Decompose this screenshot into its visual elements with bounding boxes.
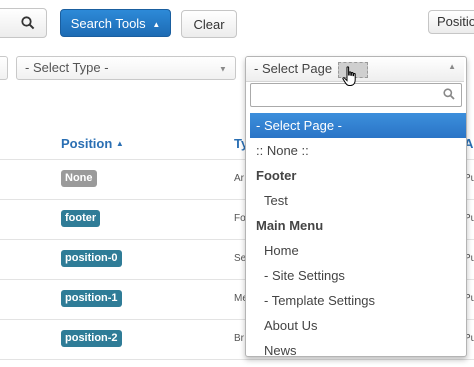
caret-up-icon: ▲ <box>152 20 161 29</box>
hand-cursor-icon <box>342 66 356 86</box>
filter-select-left[interactable] <box>0 56 8 80</box>
dropdown-group-main-menu: Main Menu <box>256 218 324 233</box>
dropdown-option-select-page[interactable]: - Select Page - <box>250 113 466 138</box>
dropdown-group-footer: Footer <box>256 168 297 183</box>
dropdown-search-input[interactable] <box>255 85 439 105</box>
column-header-position-label: Position <box>61 136 113 151</box>
dropdown-option-news[interactable]: News <box>250 338 466 356</box>
chevron-down-icon: ▲ <box>219 65 227 74</box>
sort-asc-icon: ▲ <box>115 139 124 148</box>
page-select-value: - Select Page <box>254 61 333 76</box>
position-sort-label: Positio <box>437 14 474 29</box>
search-icon <box>443 88 455 100</box>
search-tools-button[interactable]: Search Tools ▲ <box>60 9 171 37</box>
type-cell: Fo <box>234 213 246 224</box>
dropdown-option-home[interactable]: Home <box>250 238 466 263</box>
position-badge: position-1 <box>61 290 122 307</box>
position-badge: None <box>61 170 97 187</box>
type-cell: Br <box>234 333 244 344</box>
position-badge: position-2 <box>61 330 122 347</box>
dropdown-option-template-settings[interactable]: - Template Settings <box>250 288 466 313</box>
type-select-value: - Select Type - <box>25 60 109 75</box>
dropdown-option-test[interactable]: Test <box>250 188 466 213</box>
search-tools-label: Search Tools <box>70 16 146 31</box>
type-select[interactable]: - Select Type - ▲ <box>16 56 236 80</box>
search-button[interactable] <box>0 8 47 38</box>
search-icon <box>21 16 35 30</box>
position-sort-button[interactable]: Positio <box>428 10 474 34</box>
position-badge: footer <box>61 210 101 227</box>
position-badge: position-0 <box>61 250 122 267</box>
page-select-dropdown: - Select Page ▲ - Select Page - :: None … <box>245 56 467 357</box>
dropdown-option-about-us[interactable]: About Us <box>250 313 466 338</box>
dropdown-option-site-settings[interactable]: - Site Settings <box>250 263 466 288</box>
caret-up-icon: ▲ <box>448 62 456 71</box>
table-divider <box>0 359 474 360</box>
column-header-position[interactable]: Position ▲ <box>61 136 124 151</box>
dropdown-option-none[interactable]: :: None :: <box>250 138 466 163</box>
clear-button[interactable]: Clear <box>181 10 237 38</box>
type-cell: Ar <box>234 173 244 184</box>
